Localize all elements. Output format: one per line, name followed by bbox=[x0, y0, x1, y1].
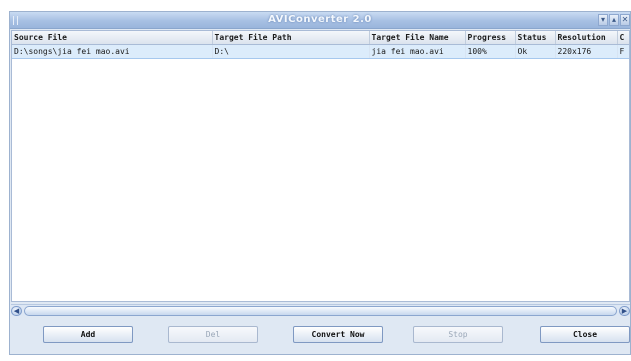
add-button[interactable]: Add bbox=[43, 326, 133, 343]
cell-source-file: D:\songs\jia fei mao.avi bbox=[12, 43, 213, 59]
file-list[interactable]: Source File Target File Path Target File… bbox=[11, 30, 630, 302]
cell-target-file-path: D:\ bbox=[212, 43, 370, 59]
app-window: AVIConverter 2.0 ▾ ▴ ✕ Source File Targe… bbox=[9, 11, 631, 355]
close-button[interactable]: Close bbox=[540, 326, 630, 343]
cell-target-file-name: jia fei mao.avi bbox=[369, 43, 466, 59]
cell-c: F bbox=[617, 43, 629, 59]
header-row: Source File Target File Path Target File… bbox=[12, 31, 629, 45]
scrollbar-thumb[interactable] bbox=[24, 306, 617, 316]
col-progress[interactable]: Progress bbox=[465, 31, 516, 45]
button-bar: Add Del Convert Now Stop Close bbox=[10, 318, 630, 354]
close-icon[interactable]: ✕ bbox=[620, 14, 630, 26]
file-table: Source File Target File Path Target File… bbox=[12, 31, 629, 59]
cell-resolution: 220x176 bbox=[555, 43, 618, 59]
col-source-file[interactable]: Source File bbox=[12, 31, 213, 45]
scroll-right-icon[interactable]: ▶ bbox=[619, 306, 630, 316]
window-title: AVIConverter 2.0 bbox=[268, 14, 372, 25]
cell-progress: 100% bbox=[465, 43, 516, 59]
col-target-file-name[interactable]: Target File Name bbox=[369, 31, 466, 45]
col-status[interactable]: Status bbox=[515, 31, 556, 45]
col-target-file-path[interactable]: Target File Path bbox=[212, 31, 370, 45]
col-c[interactable]: C bbox=[617, 31, 629, 45]
title-bar[interactable]: AVIConverter 2.0 ▾ ▴ ✕ bbox=[10, 12, 630, 29]
col-resolution[interactable]: Resolution bbox=[555, 31, 618, 45]
minimize-icon[interactable]: ▾ bbox=[598, 14, 608, 26]
horizontal-scrollbar[interactable]: ◀ ▶ bbox=[11, 304, 630, 316]
del-button[interactable]: Del bbox=[168, 326, 258, 343]
restore-icon[interactable]: ▴ bbox=[609, 14, 619, 26]
convert-now-button[interactable]: Convert Now bbox=[293, 326, 383, 343]
table-row[interactable]: D:\songs\jia fei mao.avi D:\ jia fei mao… bbox=[12, 43, 629, 59]
cell-status: Ok bbox=[515, 43, 556, 59]
scroll-left-icon[interactable]: ◀ bbox=[11, 306, 22, 316]
stop-button[interactable]: Stop bbox=[413, 326, 503, 343]
window-controls: ▾ ▴ ✕ bbox=[598, 14, 630, 26]
